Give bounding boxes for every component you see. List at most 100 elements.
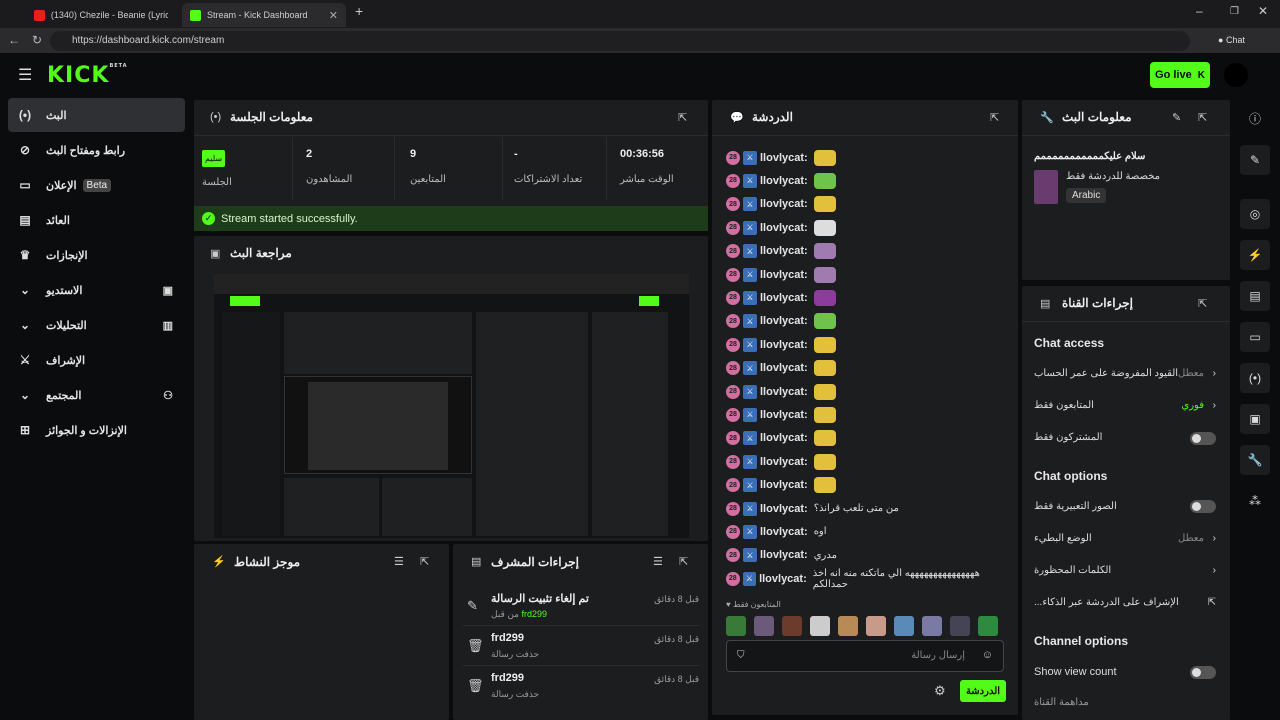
edit-pencil-icon[interactable]: ✎	[1172, 111, 1181, 124]
chat-username[interactable]: llovlycat:	[760, 269, 808, 281]
chat-username[interactable]: llovlycat:	[759, 573, 807, 585]
sidebar-item-ads[interactable]: ▭ الإعلان Beta	[8, 168, 185, 202]
sidebar-item-revenue[interactable]: ▤ العائد	[8, 203, 185, 237]
hamburger-menu-icon[interactable]: ☰	[18, 65, 32, 85]
subscribers-only-toggle[interactable]	[1190, 432, 1216, 445]
emote[interactable]	[754, 616, 774, 636]
emote[interactable]	[950, 616, 970, 636]
chat-username[interactable]: llovlycat:	[760, 362, 808, 374]
send-chat-button[interactable]: الدردشة	[960, 680, 1006, 702]
edit-icon[interactable]: ✎	[1240, 145, 1270, 175]
close-window-icon[interactable]: ✕	[1258, 4, 1268, 18]
kick-logo[interactable]: KICKBETA	[47, 63, 128, 88]
emotes-only-toggle[interactable]	[1190, 500, 1216, 513]
emote[interactable]	[978, 616, 998, 636]
chat-username[interactable]: llovlycat:	[760, 245, 808, 257]
popout-icon[interactable]: ⇱	[679, 555, 688, 568]
filter-icon[interactable]: ☰	[653, 555, 663, 568]
minimize-icon[interactable]: –	[1196, 4, 1203, 18]
chat-username[interactable]: llovlycat:	[760, 549, 808, 561]
chat-username[interactable]: llovlycat:	[760, 526, 808, 538]
chat-username[interactable]: llovlycat:	[760, 175, 808, 187]
popout-icon[interactable]: ⇱	[1198, 111, 1207, 124]
sidebar-item-stream-key[interactable]: ⊘ رابط ومفتاح البث	[8, 133, 185, 167]
info-icon[interactable]: ⓘ	[1240, 103, 1270, 133]
chat-username[interactable]: llovlycat:	[760, 222, 808, 234]
moderator-badge-icon: ⚔	[743, 524, 757, 539]
subscriber-badge-icon: 28	[726, 290, 740, 305]
popout-icon[interactable]: ⇱	[678, 111, 687, 124]
chat-username[interactable]: llovlycat:	[760, 503, 808, 515]
chat-username[interactable]: llovlycat:	[760, 292, 808, 304]
chat-message: 28 ⚔ llovlycat:	[726, 193, 1011, 216]
chat-bubble-icon[interactable]: ▭	[1240, 322, 1270, 352]
emote[interactable]	[838, 616, 858, 636]
emoji-icon[interactable]: ☺	[982, 649, 993, 661]
language-tag: Arabic	[1066, 188, 1107, 203]
followers-only-row[interactable]: المتابعون فقط فوري ›	[1034, 400, 1216, 411]
apps-icon[interactable]: ⁂	[1240, 486, 1270, 516]
emote-bar	[726, 616, 1006, 638]
emote[interactable]	[726, 616, 746, 636]
chat-message: 28 ⚔ llovlycat: هههههههههههههههه الي ماتكنه…	[726, 567, 1011, 590]
settings-gear-icon[interactable]: ⚙	[934, 683, 946, 699]
wrench-icon[interactable]: 🔧	[1240, 445, 1270, 475]
sidebar-item-community[interactable]: ⌄ المجتمع ⚇	[8, 378, 185, 412]
camera-icon[interactable]: ◎	[1240, 199, 1270, 229]
show-view-count-toggle[interactable]	[1190, 666, 1216, 679]
popout-icon[interactable]: ⇱	[990, 111, 999, 124]
sidebar-item-drops[interactable]: ⊞ الإنزالات و الجوائز	[8, 413, 185, 447]
chat-username[interactable]: llovlycat:	[760, 386, 808, 398]
channel-raid-row[interactable]: مداهمة القناة	[1034, 697, 1216, 708]
subscriber-badge-icon: 28	[726, 337, 740, 352]
emote[interactable]	[782, 616, 802, 636]
emote[interactable]	[866, 616, 886, 636]
account-age-restriction-row[interactable]: القيود المفروضة على عمر الحساب معطل ›	[1034, 368, 1216, 379]
close-tab-icon[interactable]: ✕	[329, 9, 338, 22]
back-icon[interactable]: ←	[8, 33, 20, 47]
sidebar-item-achievements[interactable]: ♛ الإنجازات	[8, 238, 185, 272]
stream-preview-video[interactable]	[214, 274, 689, 538]
lightning-icon[interactable]: ⚡	[1240, 240, 1270, 270]
chat-username[interactable]: llovlycat:	[760, 198, 808, 210]
popout-icon[interactable]: ⇱	[1198, 297, 1207, 310]
sidebar-item-stream[interactable]: (•) البث	[8, 98, 185, 132]
url-field[interactable]: https://dashboard.kick.com/stream	[50, 31, 1190, 51]
chat-username[interactable]: llovlycat:	[760, 432, 808, 444]
banned-words-row[interactable]: الكلمات المحظورة ›	[1034, 565, 1216, 576]
chat-username[interactable]: llovlycat:	[760, 456, 808, 468]
copilot-chat-button[interactable]: ● Chat	[1218, 35, 1245, 45]
subscribers-only-row: المشتركون فقط	[1034, 432, 1103, 443]
tab-youtube[interactable]: (1340) Chezile - Beanie (Lyrics) - Yo	[26, 3, 176, 27]
chat-username[interactable]: llovlycat:	[760, 409, 808, 421]
tab-kick-dashboard[interactable]: Stream - Kick Dashboard ✕	[182, 3, 346, 27]
slow-mode-row[interactable]: الوضع البطيء معطل ›	[1034, 533, 1216, 544]
go-live-button[interactable]: Go live K	[1150, 62, 1210, 88]
chat-username[interactable]: llovlycat:	[760, 479, 808, 491]
chat-bubble-icon: 💬	[730, 112, 744, 124]
chat-message-input[interactable]: ⛉ إرسال رسالة ☺	[726, 640, 1004, 672]
broadcast-icon[interactable]: (•)	[1240, 363, 1270, 393]
sidebar-item-moderation[interactable]: ⚔ الإشراف	[8, 343, 185, 377]
new-tab-icon[interactable]: +	[355, 3, 363, 19]
filter-icon[interactable]: ☰	[394, 555, 404, 568]
refresh-icon[interactable]: ↻	[32, 33, 42, 47]
chat-message: 28 ⚔ llovlycat:	[726, 240, 1011, 263]
restore-icon[interactable]: ❐	[1230, 6, 1239, 17]
sidebar-item-studio[interactable]: ⌄ الاستديو ▣	[8, 273, 185, 307]
document-icon[interactable]: ▤	[1240, 281, 1270, 311]
channel-icon[interactable]: ▣	[1240, 404, 1270, 434]
user-avatar[interactable]	[1224, 63, 1248, 87]
emote[interactable]	[894, 616, 914, 636]
kick-icon	[190, 9, 201, 21]
popout-icon[interactable]: ⇱	[420, 555, 429, 568]
chat-username[interactable]: llovlycat:	[760, 152, 808, 164]
emote[interactable]	[810, 616, 830, 636]
chat-message: 28 ⚔ llovlycat:	[726, 263, 1011, 286]
emote[interactable]	[922, 616, 942, 636]
sidebar-item-analytics[interactable]: ⌄ التحليلات ▥	[8, 308, 185, 342]
chat-username[interactable]: llovlycat:	[760, 339, 808, 351]
chat-username[interactable]: llovlycat:	[760, 315, 808, 327]
ai-moderation-row[interactable]: ...الإشراف على الدردشة عبر الذكاء ⇱	[1034, 597, 1216, 608]
moderator-badge-icon: ⚔	[743, 267, 757, 282]
